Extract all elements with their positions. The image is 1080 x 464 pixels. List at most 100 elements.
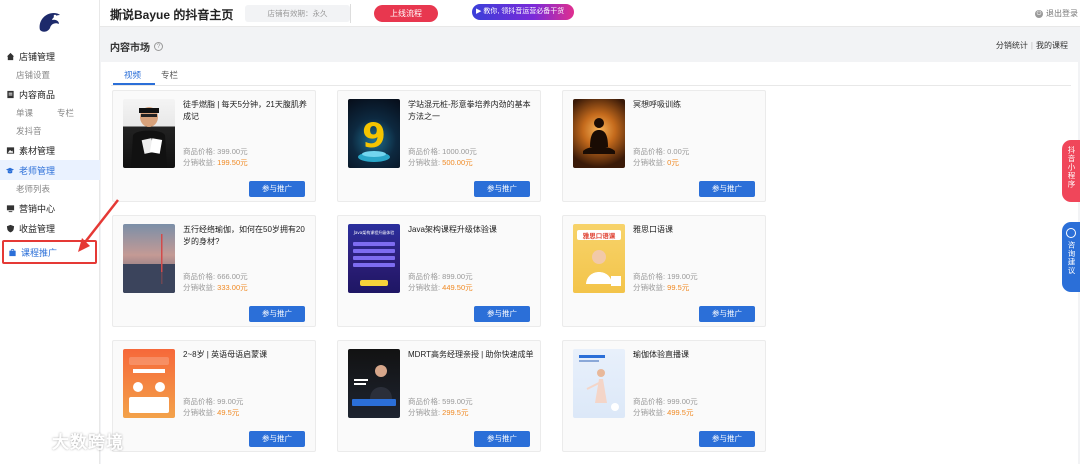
launch-process-button[interactable]: 上线流程 xyxy=(374,5,438,22)
thumb-number: 9 xyxy=(362,116,386,156)
yoga-poster-illustration xyxy=(579,355,619,411)
earnings-label: 分销收益: xyxy=(408,408,443,417)
course-earnings: 分销收益: 500.00元 xyxy=(408,157,473,168)
join-promotion-button[interactable]: 参与推广 xyxy=(474,431,530,447)
chat-icon xyxy=(1066,228,1076,238)
earnings-label: 分销收益: xyxy=(633,283,668,292)
earnings-amount: 199.50元 xyxy=(217,158,248,167)
course-title: 雅思口语课 xyxy=(633,225,673,234)
java-poster-illustration: Java架构课程升级体验 xyxy=(353,229,395,286)
course-earnings: 分销收益: 499.5元 xyxy=(633,407,693,418)
course-price: 商品价格: 899.00元 xyxy=(408,272,473,281)
image-icon xyxy=(5,145,15,155)
course-price: 商品价格: 0.00元 xyxy=(633,147,690,156)
distribution-stats-link[interactable]: 分销统计 xyxy=(996,41,1028,50)
sidebar-subitem-store-settings[interactable]: 店铺设置 xyxy=(0,66,100,84)
join-promotion-button[interactable]: 参与推广 xyxy=(249,181,305,197)
monitor-icon xyxy=(5,203,15,213)
tab-video[interactable]: 视频 xyxy=(124,69,141,81)
course-earnings: 分销收益: 0元 xyxy=(633,157,679,168)
join-promotion-button[interactable]: 参与推广 xyxy=(474,306,530,322)
earnings-label: 分销收益: xyxy=(633,158,668,167)
course-title: 冥想呼吸训练 xyxy=(633,100,681,109)
tab-bar: 视频 专栏 xyxy=(111,62,1071,86)
course-thumbnail xyxy=(573,99,625,168)
sidebar-item-store[interactable]: 店铺管理 xyxy=(0,46,100,66)
sidebar-item-marketing[interactable]: 营销中心 xyxy=(0,198,100,218)
course-title: 2~8岁 | 英语母语启蒙课 xyxy=(183,350,268,359)
consult-suggestion-widget[interactable]: 咨询建议 xyxy=(1062,222,1080,292)
market-panel: 视频 专栏 徒手燃脂 | 每天5分钟，21天腹肌养成记 商品价格: 399.00… xyxy=(101,62,1078,464)
earnings-label: 分销收益: xyxy=(183,408,218,417)
brand-logo xyxy=(39,13,60,32)
course-earnings: 分销收益: 449.50元 xyxy=(408,282,473,293)
home-icon xyxy=(5,51,15,61)
douyin-miniprogram-widget[interactable]: 抖音小程序 xyxy=(1062,140,1080,202)
course-thumbnail xyxy=(348,349,400,418)
course-earnings: 分销收益: 299.5元 xyxy=(408,407,468,418)
course-thumbnail: 雅思口语课 xyxy=(573,224,625,293)
course-title: 五行经络瑜伽，如何在50岁拥有20岁的身材? xyxy=(183,225,305,246)
thumb-java-text: Java架构课程升级体验 xyxy=(353,229,394,235)
course-title: Java架构课程升级体验课 xyxy=(408,225,497,234)
join-promotion-button[interactable]: 参与推广 xyxy=(474,181,530,197)
course-earnings: 分销收益: 49.5元 xyxy=(183,407,239,418)
course-earnings: 分销收益: 199.50元 xyxy=(183,157,248,168)
sidebar-nav: 店铺管理 店铺设置 内容商品 单课 专栏 发抖音 素材管理 老师管理 老师列表 … xyxy=(0,46,100,264)
sidebar-subitem-column[interactable]: 专栏 xyxy=(57,104,74,122)
course-price: 商品价格: 1000.00元 xyxy=(408,147,477,156)
earnings-label: 分销收益: xyxy=(408,158,443,167)
bag-icon xyxy=(7,247,17,257)
ielts-poster-illustration: 雅思口语课 xyxy=(577,230,621,286)
course-title: 徒手燃脂 | 每天5分钟，21天腹肌养成记 xyxy=(183,100,307,121)
course-card: Java架构课程升级体验 Java架构课程升级体验课 商品价格: 899.00元… xyxy=(337,215,541,327)
sidebar-item-label: 课程推广 xyxy=(21,247,58,258)
section-title: 内容市场 ? xyxy=(110,39,163,54)
course-earnings: 分销收益: 333.00元 xyxy=(183,282,248,293)
logout-icon: ⏻ xyxy=(1035,9,1043,18)
join-promotion-button[interactable]: 参与推广 xyxy=(699,181,755,197)
promo-banner-button[interactable]: ▶ 教你, 领抖音运营必备干货 xyxy=(472,4,574,20)
tab-column[interactable]: 专栏 xyxy=(161,69,178,81)
earnings-amount: 99.5元 xyxy=(667,283,690,292)
store-expiry-badge: 店铺有效期：永久 xyxy=(245,5,350,22)
help-icon[interactable]: ? xyxy=(154,42,163,51)
join-promotion-button[interactable]: 参与推广 xyxy=(699,306,755,322)
sidebar-item-content[interactable]: 内容商品 xyxy=(0,84,100,104)
course-thumbnail xyxy=(123,349,175,418)
course-price: 商品价格: 199.00元 xyxy=(633,272,698,281)
business-man-poster-illustration xyxy=(352,365,396,406)
sidebar-subitem-teacher-list[interactable]: 老师列表 xyxy=(0,180,100,198)
english-kids-poster-illustration xyxy=(129,357,169,413)
my-courses-link[interactable]: 我的课程 xyxy=(1036,41,1068,50)
sidebar-item-revenue[interactable]: 收益管理 xyxy=(0,218,100,238)
earnings-amount: 499.5元 xyxy=(667,408,694,417)
sidebar-item-materials[interactable]: 素材管理 xyxy=(0,140,100,160)
sidebar-subitem-publish-douyin[interactable]: 发抖音 xyxy=(0,122,100,140)
tab-active-indicator xyxy=(113,83,155,85)
thumb-ielts-text: 雅思口语课 xyxy=(583,231,616,240)
watermark-text: 大数跨境 xyxy=(52,433,124,452)
widget-label: 抖音小程序 xyxy=(1067,146,1076,189)
sidebar-item-label: 店铺管理 xyxy=(19,51,56,62)
course-thumbnail xyxy=(123,99,175,168)
join-promotion-button[interactable]: 参与推广 xyxy=(699,431,755,447)
sidebar-item-label: 素材管理 xyxy=(19,145,56,156)
course-card: 9 学站混元桩-形意拳培养内劲的基本方法之一 商品价格: 1000.00元 分销… xyxy=(337,90,541,202)
sidebar-item-course-promotion[interactable]: 课程推广 xyxy=(2,240,97,264)
shield-icon xyxy=(5,223,15,233)
earnings-amount: 333.00元 xyxy=(217,283,248,292)
join-promotion-button[interactable]: 参与推广 xyxy=(249,306,305,322)
course-thumbnail: Java架构课程升级体验 xyxy=(348,224,400,293)
sidebar-item-teachers[interactable]: 老师管理 xyxy=(0,160,100,180)
logout-label: 退出登录 xyxy=(1046,9,1078,18)
teacher-icon xyxy=(5,165,15,175)
course-price: 商品价格: 999.00元 xyxy=(633,397,698,406)
join-promotion-button[interactable]: 参与推广 xyxy=(249,431,305,447)
document-icon xyxy=(5,89,15,99)
course-card: 冥想呼吸训练 商品价格: 0.00元 分销收益: 0元 参与推广 xyxy=(562,90,766,202)
logout-button[interactable]: ⏻ 退出登录 xyxy=(1035,8,1078,19)
sidebar-subitem-single-course[interactable]: 单课 xyxy=(16,104,33,122)
sidebar-item-label: 营销中心 xyxy=(19,203,56,214)
sidebar-subrow: 单课 专栏 xyxy=(0,104,100,122)
